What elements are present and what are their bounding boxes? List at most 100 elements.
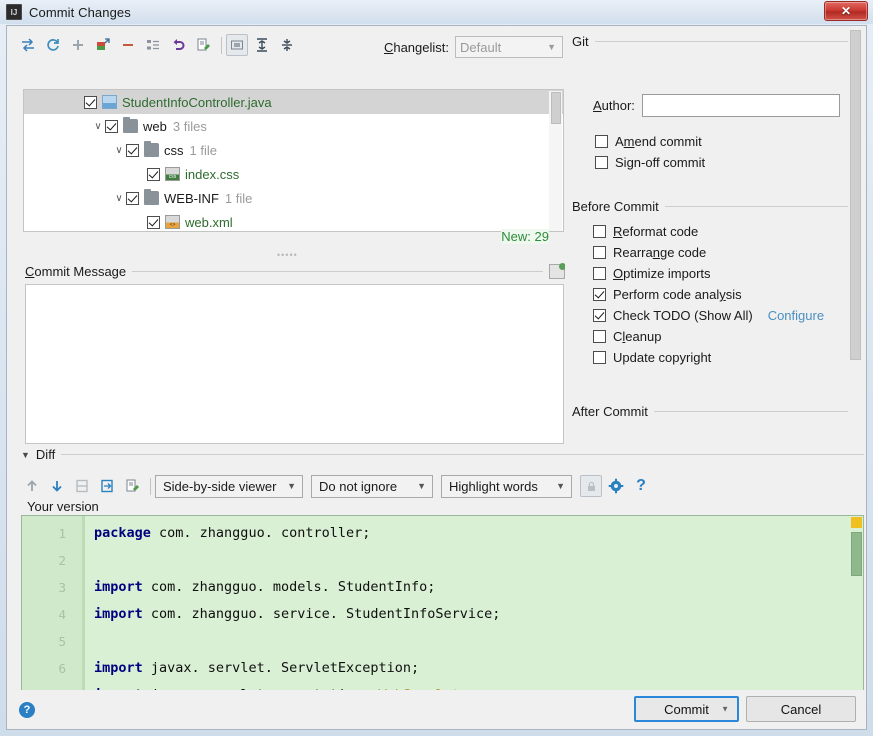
- commit-message-history-icon[interactable]: [549, 264, 565, 279]
- line-text: import com. zhangguo. service. StudentIn…: [94, 601, 500, 628]
- checkbox-box[interactable]: [593, 225, 606, 238]
- apply-right-icon[interactable]: [96, 475, 118, 497]
- checkbox-box[interactable]: [593, 267, 606, 280]
- file-checkbox[interactable]: [84, 96, 97, 109]
- checkbox-box[interactable]: [593, 351, 606, 364]
- gear-icon[interactable]: [605, 475, 627, 497]
- checkbox-box[interactable]: [595, 156, 608, 169]
- chevron-down-icon[interactable]: ∨: [112, 193, 126, 204]
- tree-row[interactable]: ∨css1 file: [24, 138, 563, 162]
- help-icon[interactable]: ?: [19, 702, 35, 718]
- code-line: 2: [22, 547, 863, 574]
- next-difference-icon[interactable]: [46, 475, 68, 497]
- file-checkbox[interactable]: [126, 144, 139, 157]
- file-checkbox[interactable]: [126, 192, 139, 205]
- changed-files-tree[interactable]: StudentInfoController.java∨web3 files∨cs…: [23, 89, 564, 232]
- tree-row[interactable]: StudentInfoController.java: [24, 90, 563, 114]
- expand-all-icon[interactable]: [251, 34, 273, 56]
- tree-row-label: web.xml: [185, 215, 233, 230]
- diff-section-header[interactable]: ▼ Diff: [21, 447, 864, 462]
- refresh-icon[interactable]: [42, 34, 64, 56]
- apply-left-icon[interactable]: [71, 475, 93, 497]
- author-row: Author:: [593, 94, 840, 117]
- collapse-all-icon[interactable]: [276, 34, 298, 56]
- reformat-code-checkbox[interactable]: Reformat code: [593, 221, 824, 242]
- perform-code-analysis-checkbox[interactable]: Perform code analysis: [593, 284, 824, 305]
- options-scrollbar-thumb[interactable]: [850, 30, 861, 360]
- amend-commit-checkbox[interactable]: Amend commit: [595, 131, 705, 152]
- show-diff-icon[interactable]: [17, 34, 39, 56]
- commit-message-label: Commit Message: [25, 264, 126, 279]
- horizontal-splitter[interactable]: •••••: [277, 250, 298, 260]
- file-checkbox[interactable]: [147, 168, 160, 181]
- file-checkbox[interactable]: [147, 216, 160, 229]
- close-button[interactable]: ✕: [824, 1, 868, 21]
- previous-difference-icon[interactable]: [21, 475, 43, 497]
- line-number: 5: [22, 628, 66, 655]
- chevron-down-icon: ▼: [547, 42, 556, 52]
- code-scrollbar-thumb[interactable]: [851, 532, 862, 576]
- commit-button[interactable]: Commit ▼: [634, 696, 739, 722]
- tree-row[interactable]: ∨WEB-INF1 file: [24, 186, 563, 210]
- code-line: 4import com. zhangguo. service. StudentI…: [22, 601, 863, 628]
- options-vertical-scrollbar[interactable]: [849, 30, 862, 424]
- code-vertical-scrollbar[interactable]: [848, 516, 863, 706]
- lock-icon[interactable]: [580, 475, 602, 497]
- tree-row-count: 1 file: [225, 191, 252, 206]
- chevron-down-icon[interactable]: ∨: [112, 145, 126, 156]
- java-file-icon: [102, 95, 117, 109]
- line-text: package com. zhangguo. controller;: [94, 520, 370, 547]
- ignore-mode-select[interactable]: Do not ignore ▼: [311, 475, 433, 498]
- git-group-title: Git: [572, 34, 589, 49]
- add-icon[interactable]: [67, 34, 89, 56]
- chevron-down-icon[interactable]: ▼: [721, 705, 729, 714]
- changelist-select[interactable]: Default ▼: [455, 36, 563, 58]
- commit-message-input[interactable]: [25, 284, 564, 444]
- question-icon[interactable]: ?: [630, 475, 652, 497]
- group-by-icon[interactable]: [142, 34, 164, 56]
- tree-vertical-scrollbar[interactable]: [549, 91, 562, 232]
- configure-link[interactable]: Configure: [768, 308, 824, 323]
- toolbar-separator: [221, 37, 222, 54]
- chevron-down-icon[interactable]: ∨: [91, 121, 105, 132]
- dialog-footer: ? Commit ▼ Cancel: [6, 690, 867, 730]
- group-by-directory-icon[interactable]: [226, 34, 248, 56]
- xml-file-icon: [165, 215, 180, 229]
- tree-row[interactable]: index.css: [24, 162, 563, 186]
- checkbox-box[interactable]: [593, 309, 606, 322]
- commit-message-header: Commit Message: [25, 264, 565, 279]
- before-commit-group-title: Before Commit: [572, 199, 659, 214]
- update-copyright-checkbox[interactable]: Update copyright: [593, 347, 824, 368]
- new-files-count: New: 29: [501, 229, 549, 244]
- edit-source-icon[interactable]: [192, 34, 214, 56]
- cancel-button[interactable]: Cancel: [746, 696, 856, 722]
- optimize-imports-checkbox[interactable]: Optimize imports: [593, 263, 824, 284]
- file-checkbox[interactable]: [105, 120, 118, 133]
- checkbox-box[interactable]: [593, 330, 606, 343]
- checkbox-box[interactable]: [593, 288, 606, 301]
- move-to-changelist-icon[interactable]: [92, 34, 114, 56]
- rearrange-code-checkbox[interactable]: Rearrange code: [593, 242, 824, 263]
- tree-row[interactable]: ∨web3 files: [24, 114, 563, 138]
- author-input[interactable]: [642, 94, 840, 117]
- code-line: 6import javax. servlet. ServletException…: [22, 655, 863, 682]
- sign-off-commit-checkbox[interactable]: Sign-off commit: [595, 152, 705, 173]
- checkbox-label: Update copyright: [613, 350, 711, 365]
- diff-marker[interactable]: [851, 517, 862, 528]
- folder-icon: [144, 143, 159, 157]
- chevron-down-icon[interactable]: ▼: [21, 450, 30, 460]
- viewer-mode-select[interactable]: Side-by-side viewer ▼: [155, 475, 303, 498]
- commit-options-panel: Git Author: Amend commitSign-off commit …: [565, 26, 866, 428]
- diff-code-pane[interactable]: 1package com. zhangguo. controller;23imp…: [21, 515, 864, 707]
- tree-row[interactable]: web.xml: [24, 210, 563, 232]
- revert-icon[interactable]: [167, 34, 189, 56]
- checkbox-box[interactable]: [593, 246, 606, 259]
- tree-scrollbar-thumb[interactable]: [551, 92, 561, 124]
- checkbox-box[interactable]: [595, 135, 608, 148]
- line-number: 3: [22, 574, 66, 601]
- cleanup-checkbox[interactable]: Cleanup: [593, 326, 824, 347]
- edit-source-icon[interactable]: [121, 475, 143, 497]
- check-todo-checkbox[interactable]: Check TODO (Show All)Configure: [593, 305, 824, 326]
- remove-icon[interactable]: [117, 34, 139, 56]
- highlight-mode-select[interactable]: Highlight words ▼: [441, 475, 572, 498]
